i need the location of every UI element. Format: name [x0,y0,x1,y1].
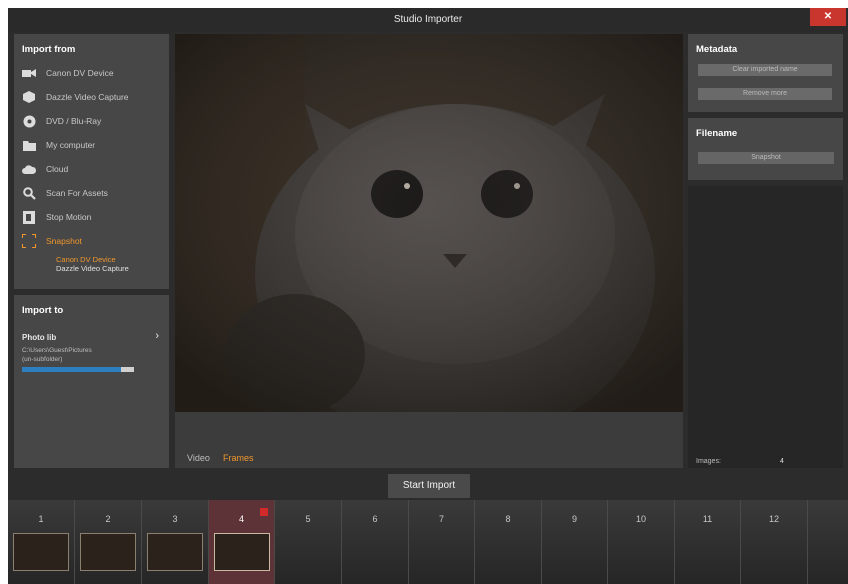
frame-slot[interactable]: 7 [409,500,475,584]
remove-more-button[interactable]: Remove more [698,88,832,100]
close-button[interactable]: ✕ [810,8,846,26]
frame-number: 6 [372,514,378,524]
source-snapshot[interactable]: Snapshot [22,233,82,249]
tab-frames[interactable]: Frames [223,453,254,463]
import-path: C:\Users\Guest\Pictures [22,347,92,354]
frame-slot[interactable]: 10 [608,500,675,584]
import-target[interactable]: Photo lib [22,333,56,342]
import-from-panel: Import from Canon DV Device Dazzle Video… [14,34,169,289]
import-from-heading: Import from [22,44,76,55]
frame-slot[interactable]: 1 [8,500,75,584]
chevron-right-icon[interactable]: › [155,330,159,342]
frames-strip: 1 2 3 4 5 6 7 8 9 10 11 12 [8,500,848,584]
images-count: 4 [780,458,784,465]
camcorder-icon [22,67,36,79]
frame-slot[interactable]: 2 [75,500,142,584]
metadata-heading: Metadata [696,44,738,55]
cat-preview-image [175,34,683,412]
source-my-computer[interactable]: My computer [22,137,95,153]
filename-field[interactable]: Snapshot [698,152,834,164]
right-column-bg: Images: 4 [688,186,843,468]
frame-number: 11 [702,514,713,524]
frame-number: 9 [571,514,577,524]
source-cloud[interactable]: Cloud [22,161,68,177]
frame-slot-selected[interactable]: 4 [209,500,275,584]
source-label: Scan For Assets [46,188,108,198]
frame-number: 2 [105,514,111,524]
frame-thumbnail[interactable] [80,533,136,571]
frame-slot[interactable]: 11 [675,500,741,584]
video-toolbar: Video Frames [175,412,683,468]
source-label: Cloud [46,164,69,174]
images-label: Images: [696,458,721,465]
frame-thumbnail[interactable] [214,533,270,571]
app-frame: Studio Importer ✕ Import from Canon DV D… [8,8,848,584]
frame-number: 3 [172,514,178,524]
frame-slot[interactable]: 5 [275,500,342,584]
source-label: Dazzle Video Capture [46,92,129,102]
frame-number: 1 [38,514,44,524]
source-label: Stop Motion [46,212,92,222]
frame-number: 10 [635,514,646,524]
search-icon [22,186,36,200]
frame-slot[interactable] [808,500,848,584]
import-to-panel: Import to Photo lib › C:\Users\Guest\Pic… [14,295,169,468]
stop-motion-icon [22,210,36,224]
source-dazzle-capture[interactable]: Dazzle Video Capture [22,89,129,105]
frame-slot[interactable]: 12 [741,500,808,584]
source-label: DVD / Blu-Ray [46,116,102,126]
storage-bar-fill [22,367,121,372]
import-to-heading: Import to [22,305,64,316]
source-canon-dv[interactable]: Canon DV Device [22,65,114,81]
frame-number: 7 [438,514,444,524]
frame-thumbnail[interactable] [13,533,69,571]
disc-icon [22,115,36,127]
frame-slot[interactable]: 6 [342,500,409,584]
source-label: My computer [46,140,96,150]
filename-panel: Filename Snapshot [688,118,843,180]
frame-number: 5 [305,514,311,524]
tab-video[interactable]: Video [187,453,210,463]
source-dvd-bluray[interactable]: DVD / Blu-Ray [22,113,101,129]
source-label: Snapshot [46,236,82,246]
storage-bar [22,367,134,372]
frame-number: 8 [505,514,511,524]
filename-heading: Filename [696,128,738,139]
capture-card-icon [22,91,36,103]
snapshot-device-dazzle[interactable]: Dazzle Video Capture [56,264,129,273]
delete-frame-icon[interactable] [260,508,268,516]
frame-thumbnail[interactable] [147,533,203,571]
start-import-button[interactable]: Start Import [388,474,470,498]
cloud-icon [22,163,36,175]
source-label: Canon DV Device [46,68,114,78]
studio-importer-window: Studio Importer ✕ Import from Canon DV D… [0,0,848,584]
frame-slot[interactable]: 8 [475,500,542,584]
source-scan-assets[interactable]: Scan For Assets [22,185,108,201]
snapshot-device-canon[interactable]: Canon DV Device [56,255,116,264]
window-title: Studio Importer [393,14,463,25]
snapshot-icon [22,234,36,248]
import-subfolder: (un-subfolder) [22,356,63,363]
metadata-panel: Metadata Clear imported name Remove more [688,34,843,112]
folder-icon [22,139,36,151]
frame-slot[interactable]: 3 [142,500,209,584]
source-stop-motion[interactable]: Stop Motion [22,209,91,225]
clear-name-button[interactable]: Clear imported name [698,64,832,76]
frame-number: 12 [768,514,779,524]
title-bar: Studio Importer ✕ [8,8,848,32]
video-preview [175,34,683,412]
frame-slot[interactable]: 9 [542,500,608,584]
